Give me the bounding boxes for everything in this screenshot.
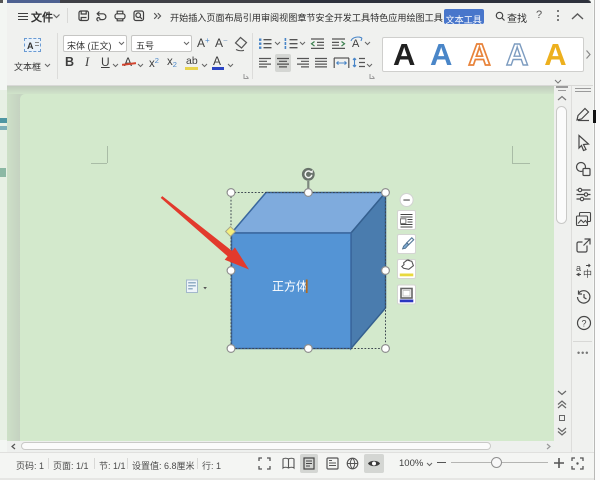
svg-text:a: a xyxy=(576,263,581,273)
svg-text:中: 中 xyxy=(583,268,592,279)
svg-text:正方体: 正方体 xyxy=(272,279,308,294)
svg-text:?: ? xyxy=(582,319,587,329)
